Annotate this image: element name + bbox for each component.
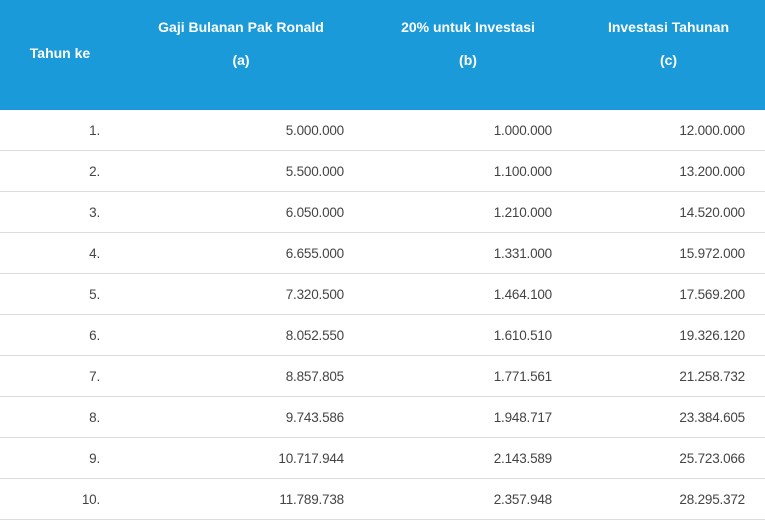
investment-share-cell: 1.331.000: [493, 246, 552, 261]
year-cell: 4.: [89, 246, 100, 261]
investment-share-cell: 1.100.000: [493, 164, 552, 179]
annual-investment-cell: 21.258.732: [679, 369, 745, 384]
investment-share-cell: 1.771.561: [493, 369, 552, 384]
header-annual-investment: Investasi Tahunan (c): [572, 19, 765, 68]
investment-share-cell: 1.210.000: [493, 205, 552, 220]
investment-share-cell: 1.000.000: [493, 123, 552, 138]
table-row: 10. 11.789.738 2.357.948 28.295.372: [0, 479, 765, 520]
table-row: 5. 7.320.500 1.464.100 17.569.200: [0, 274, 765, 315]
monthly-salary-cell: 5.000.000: [285, 123, 344, 138]
header-year-label: Tahun ke: [29, 45, 91, 61]
annual-investment-cell: 19.326.120: [679, 328, 745, 343]
header-year: Tahun ke: [0, 45, 120, 61]
annual-investment-cell: 23.384.605: [679, 410, 745, 425]
header-annual-investment-tag: (c): [659, 52, 678, 68]
year-cell: 6.: [89, 328, 100, 343]
monthly-salary-cell: 10.717.944: [278, 451, 344, 466]
table-row: 6. 8.052.550 1.610.510 19.326.120: [0, 315, 765, 356]
investment-share-cell: 2.143.589: [493, 451, 552, 466]
table-row: 8. 9.743.586 1.948.717 23.384.605: [0, 397, 765, 438]
investment-share-cell: 1.464.100: [493, 287, 552, 302]
investment-table: Tahun ke Gaji Bulanan Pak Ronald (a) 20%…: [0, 0, 765, 521]
year-cell: 3.: [89, 205, 100, 220]
annual-investment-cell: 14.520.000: [679, 205, 745, 220]
annual-investment-cell: 15.972.000: [679, 246, 745, 261]
year-cell: 1.: [89, 123, 100, 138]
table-body: 1. 5.000.000 1.000.000 12.000.000 2. 5.500.00…: [0, 110, 765, 520]
year-cell: 9.: [89, 451, 100, 466]
header-monthly-salary-label: Gaji Bulanan Pak Ronald: [158, 19, 324, 35]
year-cell: 5.: [89, 287, 100, 302]
year-cell: 2.: [89, 164, 100, 179]
header-investment-share: 20% untuk Investasi (b): [364, 19, 572, 68]
annual-investment-cell: 13.200.000: [679, 164, 745, 179]
table-row: 3. 6.050.000 1.210.000 14.520.000: [0, 192, 765, 233]
investment-share-cell: 1.610.510: [493, 328, 552, 343]
header-monthly-salary-tag: (a): [232, 52, 250, 68]
monthly-salary-cell: 11.789.738: [279, 492, 344, 507]
table-row: 2. 5.500.000 1.100.000 13.200.000: [0, 151, 765, 192]
header-investment-share-tag: (b): [459, 52, 477, 68]
annual-investment-cell: 12.000.000: [679, 123, 745, 138]
table-header: Tahun ke Gaji Bulanan Pak Ronald (a) 20%…: [0, 0, 765, 110]
monthly-salary-cell: 9.743.586: [285, 410, 344, 425]
annual-investment-cell: 17.569.200: [679, 287, 745, 302]
table-row: 7. 8.857.805 1.771.561 21.258.732: [0, 356, 765, 397]
year-cell: 7.: [89, 369, 100, 384]
table-row: 4. 6.655.000 1.331.000 15.972.000: [0, 233, 765, 274]
investment-share-cell: 1.948.717: [493, 410, 552, 425]
monthly-salary-cell: 8.857.805: [285, 369, 344, 384]
monthly-salary-cell: 6.050.000: [285, 205, 344, 220]
year-cell: 10.: [81, 492, 100, 507]
monthly-salary-cell: 7.320.500: [285, 287, 344, 302]
annual-investment-cell: 25.723.066: [679, 451, 745, 466]
monthly-salary-cell: 5.500.000: [285, 164, 344, 179]
year-cell: 8.: [89, 410, 100, 425]
annual-investment-cell: 28.295.372: [679, 492, 745, 507]
header-investment-share-label: 20% untuk Investasi: [401, 19, 535, 35]
monthly-salary-cell: 6.655.000: [285, 246, 344, 261]
table-row: 1. 5.000.000 1.000.000 12.000.000: [0, 110, 765, 151]
table-row: 9. 10.717.944 2.143.589 25.723.066: [0, 438, 765, 479]
header-monthly-salary: Gaji Bulanan Pak Ronald (a): [138, 19, 344, 68]
header-annual-investment-label: Investasi Tahunan: [607, 19, 730, 35]
investment-share-cell: 2.357.948: [493, 492, 552, 507]
monthly-salary-cell: 8.052.550: [285, 328, 344, 343]
